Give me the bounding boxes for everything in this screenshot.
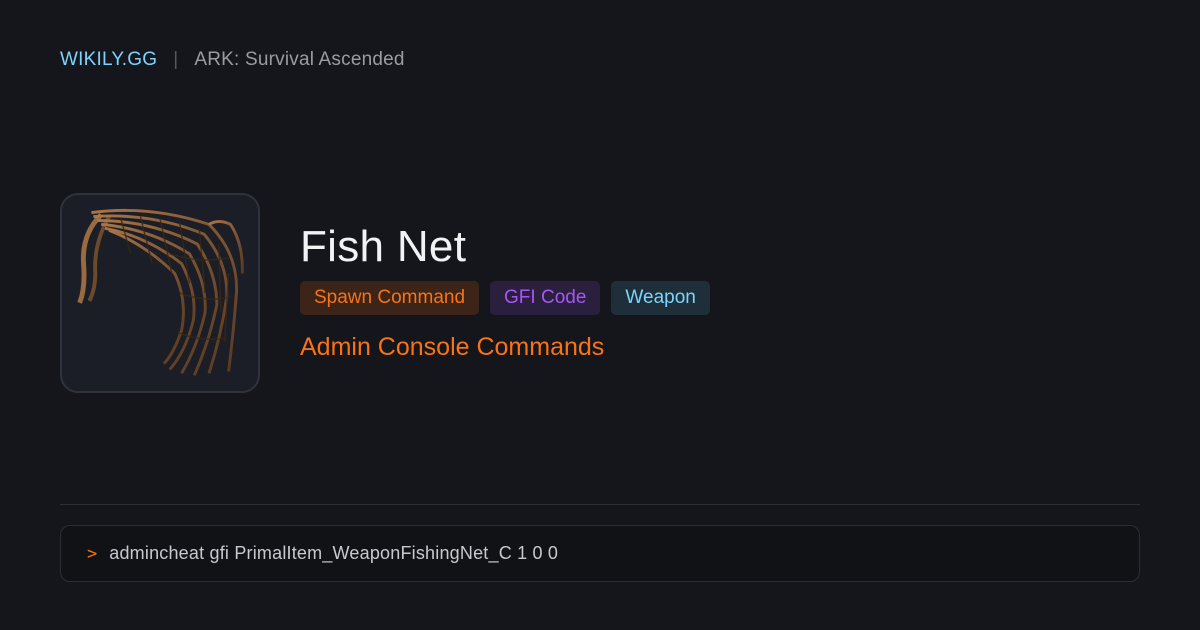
brand-link[interactable]: WIKILY.GG [60, 49, 157, 71]
header-separator: | [173, 49, 179, 70]
console-command-box[interactable]: > admincheat gfi PrimalItem_WeaponFishin… [60, 525, 1140, 582]
prompt-chevron-icon: > [87, 543, 98, 564]
tag-spawn-command[interactable]: Spawn Command [300, 281, 480, 315]
game-name[interactable]: ARK: Survival Ascended [194, 49, 404, 71]
page-subtitle: Admin Console Commands [300, 333, 605, 361]
console-command-text[interactable]: admincheat gfi PrimalItem_WeaponFishingN… [109, 543, 558, 564]
item-image [60, 193, 260, 393]
tag-gfi-code[interactable]: GFI Code [490, 281, 601, 315]
tag-weapon[interactable]: Weapon [611, 281, 710, 315]
divider [60, 504, 1140, 505]
fish-net-icon [77, 208, 244, 376]
item-title: Fish Net [300, 222, 467, 271]
tag-list: Spawn Command GFI Code Weapon [300, 281, 710, 315]
site-header: WIKILY.GG | ARK: Survival Ascended [60, 49, 405, 71]
